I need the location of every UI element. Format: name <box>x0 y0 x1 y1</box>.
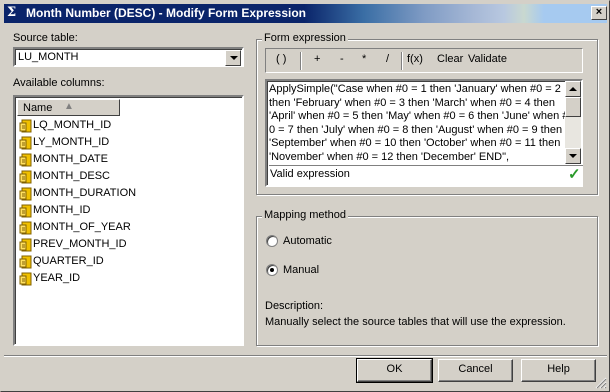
column-icon <box>19 204 32 218</box>
validate-button[interactable]: Validate <box>468 53 507 65</box>
list-header-label: Name <box>23 102 53 114</box>
radio-manual-label[interactable]: Manual <box>283 264 319 276</box>
mapping-method-group-label: Mapping method <box>262 209 348 221</box>
chevron-down-icon <box>230 56 238 60</box>
column-name: MONTH_DURATION <box>33 187 137 199</box>
expression-line: 'April' when #0 = 5 then 'May' when #0 =… <box>269 110 565 122</box>
expression-line: 0 = 7 then 'July' when #0 = 8 then 'Augu… <box>269 123 563 136</box>
clear-button[interactable]: Clear <box>437 53 463 65</box>
radio-manual[interactable] <box>266 264 278 276</box>
sort-ascending-icon: ▲ <box>64 101 74 112</box>
column-icon <box>19 255 32 269</box>
radio-automatic-label[interactable]: Automatic <box>283 235 332 247</box>
expression-line: then 'February' when #0 = 3 then 'March'… <box>269 96 556 109</box>
toolbar-separator <box>401 52 403 70</box>
column-name: LY_MONTH_ID <box>33 136 110 148</box>
title-bar[interactable]: Σ Month Number (DESC) - Modify Form Expr… <box>4 4 607 23</box>
radio-automatic[interactable] <box>266 235 278 247</box>
validation-status-text: Valid expression <box>270 168 350 180</box>
source-table-dropdown-button[interactable] <box>225 50 241 66</box>
chevron-up-icon <box>569 87 577 91</box>
available-columns-list[interactable]: Name ▲ LQ_MONTH_ID LY_MONTH_ID MONTH_DATE M… <box>13 95 244 346</box>
column-icon <box>19 153 32 167</box>
description-text: Manually select the source tables that w… <box>265 316 566 328</box>
expression-line: ApplySimple("Case when #0 = 1 then 'Janu… <box>269 83 561 95</box>
list-header-name[interactable]: Name ▲ <box>17 99 120 116</box>
column-icon <box>19 221 32 235</box>
column-icon <box>19 187 32 201</box>
close-button[interactable]: × <box>591 6 607 20</box>
source-table-value: LU_MONTH <box>18 51 79 63</box>
plus-button[interactable]: + <box>314 53 320 65</box>
column-name: MONTH_DESC <box>33 170 111 182</box>
description-label: Description: <box>265 300 324 312</box>
column-icon <box>19 238 32 252</box>
cancel-button[interactable]: Cancel <box>438 359 513 382</box>
form-expression-group-label: Form expression <box>262 32 348 44</box>
multiply-button[interactable]: * <box>362 53 366 65</box>
help-button[interactable]: Help <box>521 359 596 382</box>
dialog-title: Month Number (DESC) - Modify Form Expres… <box>26 6 307 20</box>
expression-scrollbar[interactable] <box>565 81 581 164</box>
column-name: LQ_MONTH_ID <box>33 119 112 131</box>
column-icon <box>19 136 32 150</box>
toolbar-separator <box>300 52 302 70</box>
parentheses-button[interactable]: ( ) <box>276 53 286 65</box>
ok-button[interactable]: OK <box>356 358 433 383</box>
expression-textarea[interactable]: ApplySimple("Case when #0 = 1 then 'Janu… <box>269 83 565 162</box>
scroll-down-button[interactable] <box>565 148 581 164</box>
column-icon <box>19 272 32 286</box>
source-table-dropdown[interactable]: LU_MONTH <box>13 47 244 67</box>
expression-line: 'November' when #0 = 12 then 'December' … <box>269 150 510 163</box>
scroll-thumb[interactable] <box>565 97 581 117</box>
chevron-down-icon <box>569 154 577 158</box>
column-name: MONTH_ID <box>33 204 91 216</box>
resize-grip-icon[interactable] <box>595 377 607 389</box>
footer-divider <box>4 355 607 357</box>
sigma-icon: Σ <box>7 5 17 20</box>
source-table-label: Source table: <box>13 32 78 44</box>
minus-button[interactable]: - <box>340 53 344 65</box>
radio-selected-dot <box>270 268 274 272</box>
column-name: MONTH_OF_YEAR <box>33 221 131 233</box>
column-name: QUARTER_ID <box>33 255 104 267</box>
available-columns-label: Available columns: <box>13 77 105 89</box>
column-icon <box>19 170 32 184</box>
column-name: PREV_MONTH_ID <box>33 238 127 250</box>
function-button[interactable]: f(x) <box>407 53 423 65</box>
validation-status: Valid expression ✓ <box>269 165 583 184</box>
expression-toolbar: ( ) + - * / f(x) Clear Validate <box>265 48 583 73</box>
dialog-window: Σ Month Number (DESC) - Modify Form Expr… <box>0 0 610 392</box>
column-icon <box>19 119 32 133</box>
divide-button[interactable]: / <box>386 53 389 65</box>
scroll-up-button[interactable] <box>565 81 581 97</box>
expression-line: 'September' when #0 = 10 then 'October' … <box>269 137 561 149</box>
column-name: YEAR_ID <box>33 272 81 284</box>
column-name: MONTH_DATE <box>33 153 108 165</box>
checkmark-icon: ✓ <box>568 166 581 183</box>
expression-editor[interactable]: ApplySimple("Case when #0 = 1 then 'Janu… <box>265 79 583 187</box>
